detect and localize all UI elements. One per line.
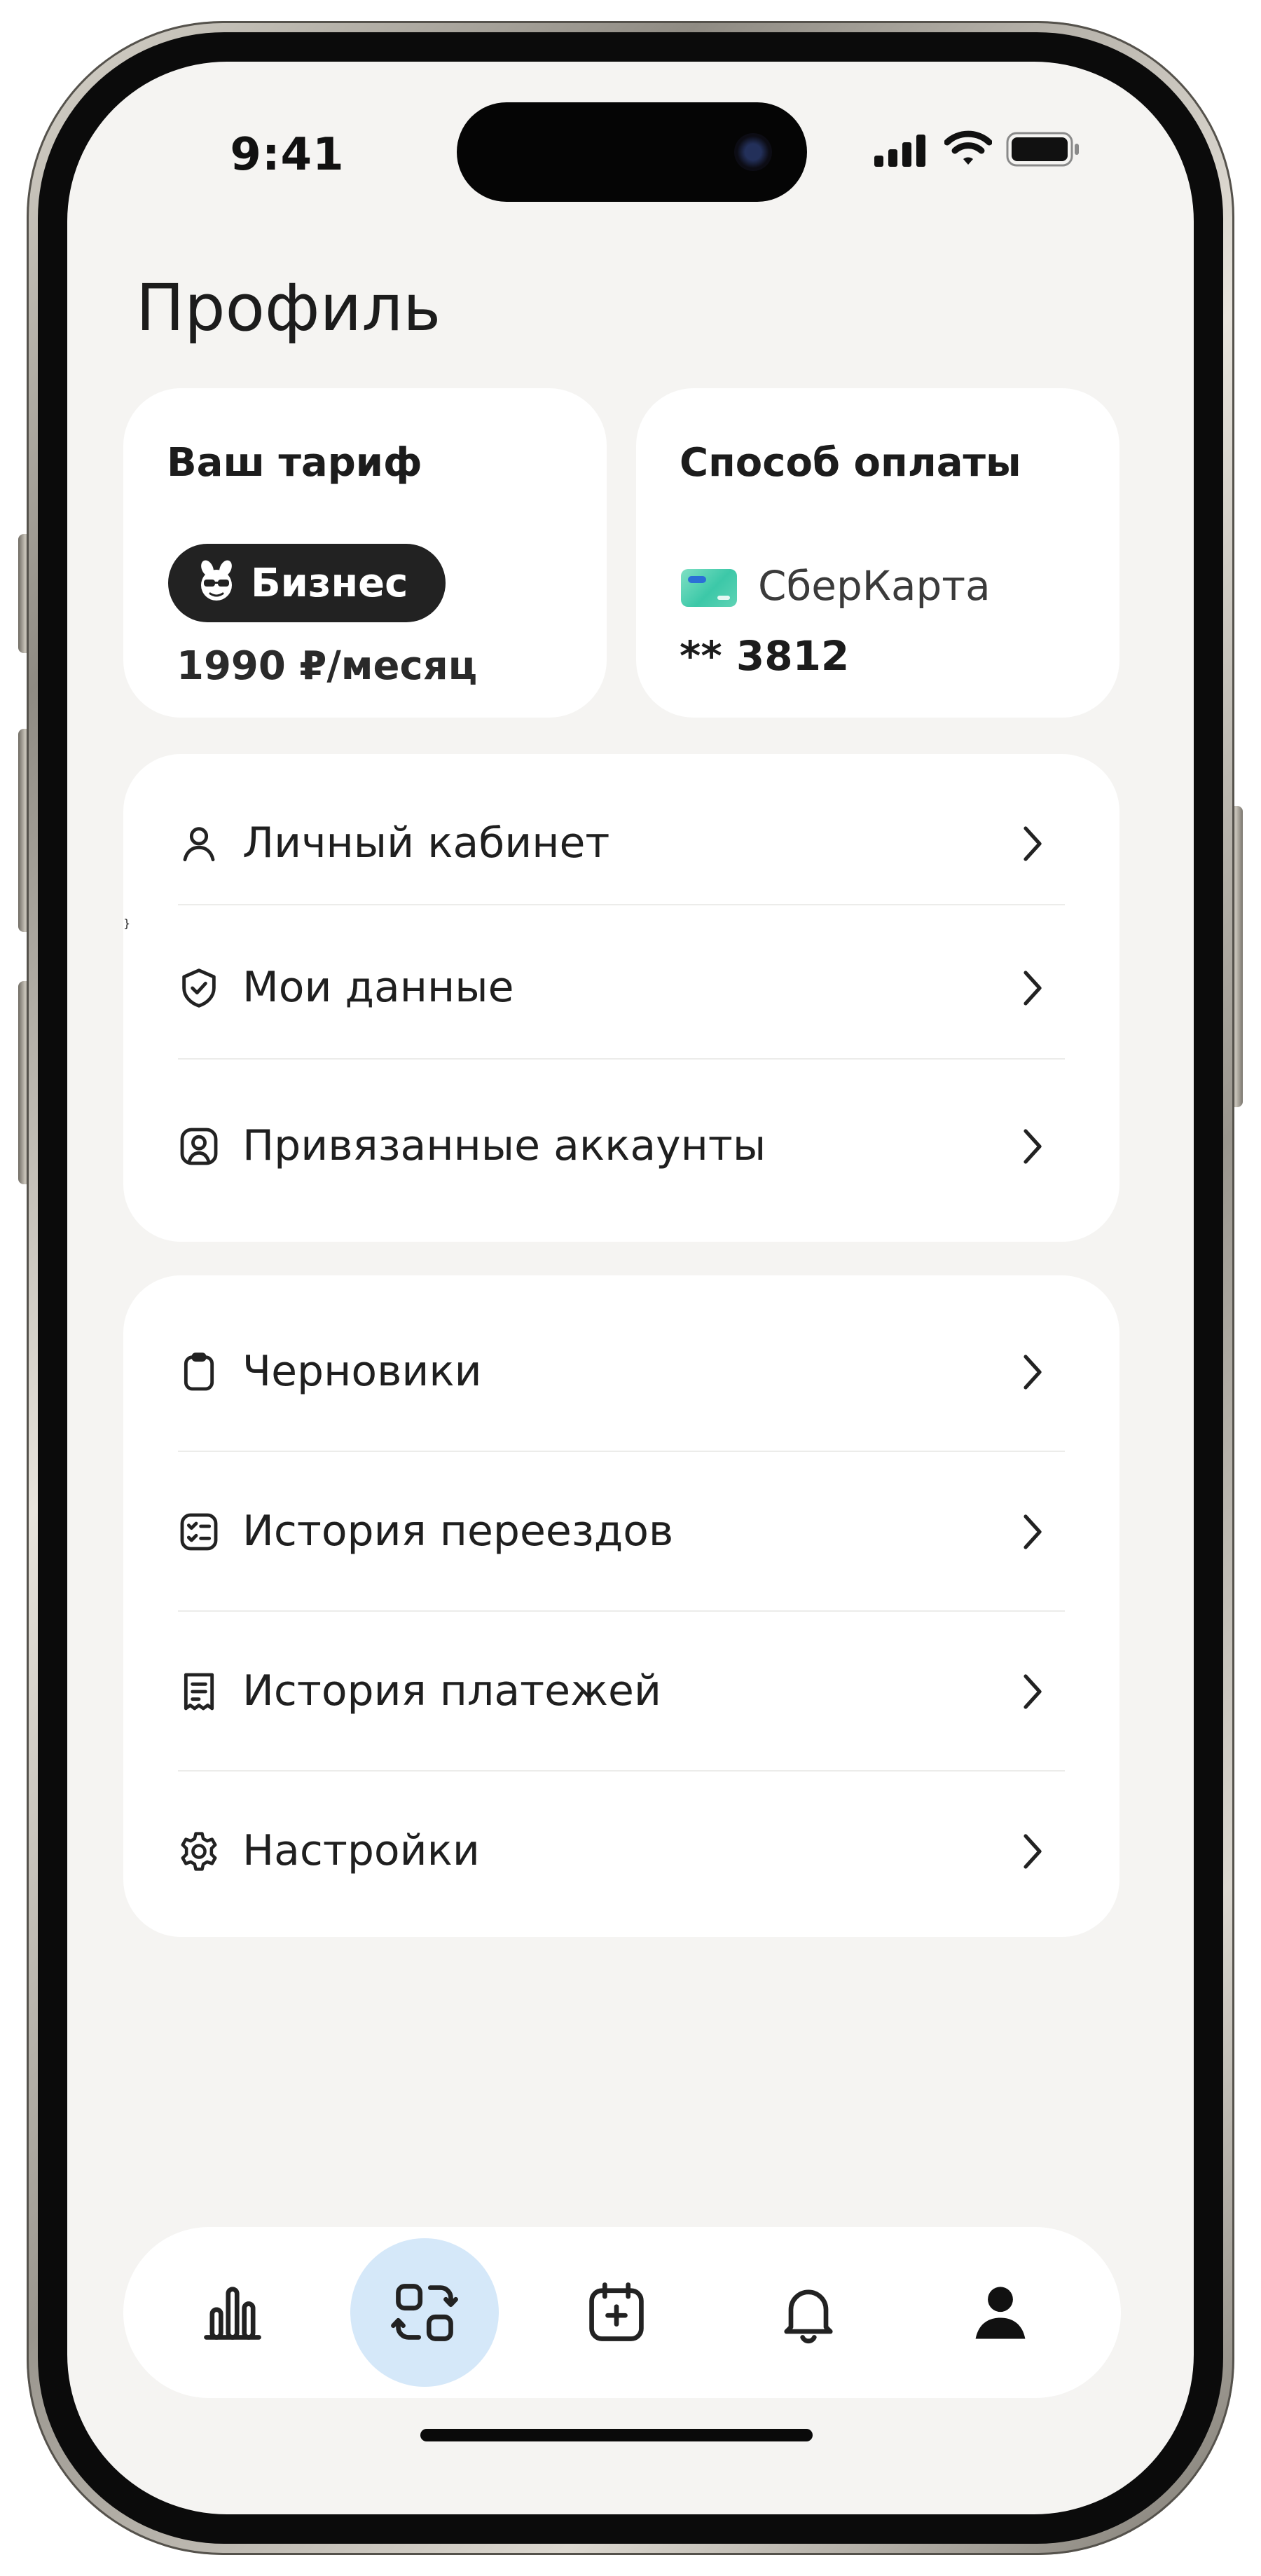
divider (178, 1770, 1065, 1772)
plan-price: 1990 ₽/месяц (177, 643, 478, 689)
profile-icon (975, 2287, 1026, 2339)
bottom-tab-bar (123, 2227, 1121, 2398)
menu-item-label: Черновики (242, 1347, 482, 1396)
tariff-card-label: Ваш тариф (167, 440, 422, 486)
divider (178, 1610, 1065, 1612)
payment-card-label: Способ оплаты (680, 440, 1021, 486)
plan-name: Бизнес (251, 560, 408, 606)
menu-item-label: История платежей (242, 1666, 661, 1715)
divider (178, 1451, 1065, 1452)
bell-icon (784, 2289, 833, 2344)
chevron-right-icon (1024, 1514, 1042, 1549)
status-time: 9:41 (230, 129, 345, 181)
chevron-right-icon (1024, 1129, 1042, 1164)
menu-item-label: Привязанные аккаунты (242, 1121, 766, 1170)
clipboard-icon (184, 1352, 214, 1391)
activity-menu-group: Черновики История переездов История плат… (123, 1275, 1119, 1937)
bank-card-icon (681, 569, 737, 607)
tab-calendar[interactable] (542, 2238, 691, 2387)
home-indicator (420, 2429, 813, 2441)
account-menu-group: Личный кабинет Мои данные } Привязанные … (123, 754, 1119, 1242)
shapes-swap-icon (391, 2284, 458, 2341)
plan-badge[interactable]: Бизнес (168, 544, 446, 622)
gear-icon (181, 1832, 217, 1871)
tab-statistics[interactable] (158, 2238, 307, 2387)
menu-item-drafts[interactable]: Черновики (123, 1302, 1119, 1442)
payment-method-card[interactable]: Способ оплаты СберКарта ** 3812 (636, 388, 1119, 718)
phone-screen: 9:41 Профиль Ваш тариф Бизнес 1990 ₽/мес… (67, 62, 1194, 2514)
menu-item-label: Личный кабинет (242, 818, 610, 868)
tariff-card[interactable]: Ваш тариф Бизнес 1990 ₽/месяц (123, 388, 607, 718)
payment-card-number: ** 3812 (680, 632, 850, 680)
menu-item-settings[interactable]: Настройки (123, 1781, 1119, 1921)
tab-services[interactable] (350, 2238, 499, 2387)
battery-icon (1006, 132, 1079, 167)
user-square-icon (180, 1128, 218, 1165)
bar-chart-icon (204, 2287, 261, 2340)
shield-check-icon (182, 968, 216, 1008)
chevron-right-icon (1024, 971, 1042, 1006)
divider (178, 1058, 1065, 1060)
chevron-right-icon (1024, 826, 1042, 861)
chevron-right-icon (1024, 1834, 1042, 1869)
menu-item-move-history[interactable]: История переездов (123, 1462, 1119, 1602)
menu-item-my-data[interactable]: Мои данные } (123, 917, 1119, 1057)
chevron-right-icon (1024, 1355, 1042, 1390)
user-icon (183, 827, 215, 862)
wifi-icon (944, 130, 992, 165)
camera-icon (734, 133, 772, 171)
dynamic-island (457, 102, 807, 202)
menu-item-label: Настройки (242, 1826, 480, 1875)
menu-item-label: История переездов (242, 1507, 674, 1556)
menu-item-label: Мои данные (242, 963, 514, 1012)
divider (178, 904, 1065, 905)
page-title: Профиль (136, 270, 441, 345)
tab-notifications[interactable] (734, 2238, 883, 2387)
checklist-icon (180, 1513, 218, 1551)
receipt-icon (184, 1673, 214, 1711)
cellular-signal-icon (874, 135, 925, 167)
chevron-right-icon (1024, 1674, 1042, 1709)
calendar-plus-icon (589, 2282, 644, 2341)
menu-item-payment-history[interactable]: История платежей (123, 1622, 1119, 1762)
menu-item-linked-accounts[interactable]: Привязанные аккаунты (123, 1072, 1119, 1212)
menu-item-personal-account[interactable]: Личный кабинет (123, 774, 1119, 914)
bee-mascot-icon (201, 560, 232, 601)
payment-card-name: СберКарта (758, 562, 991, 610)
tab-profile[interactable] (926, 2238, 1075, 2387)
